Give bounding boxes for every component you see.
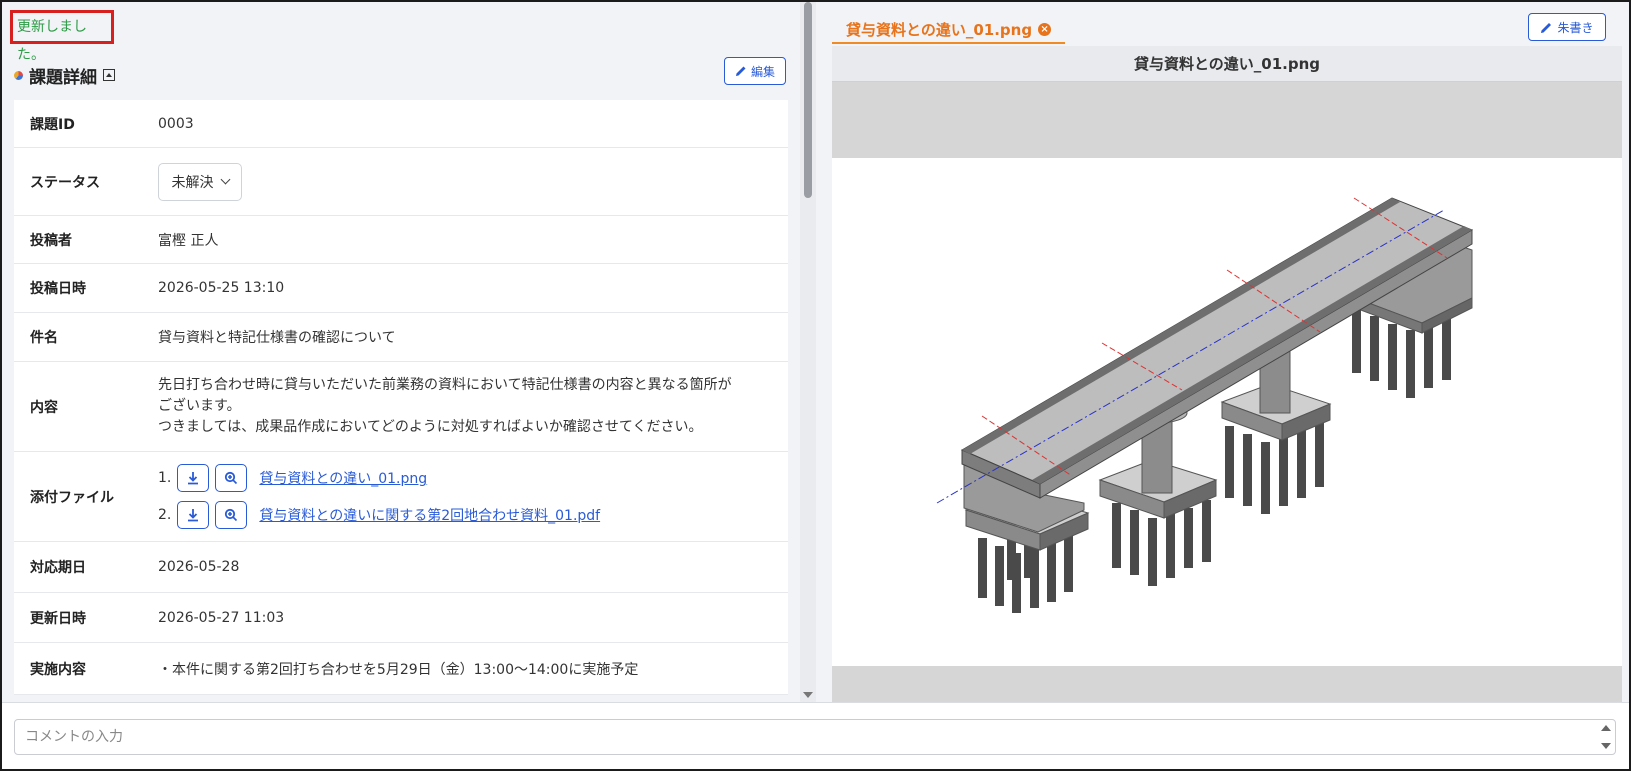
row-action: 実施内容 ・本件に関する第2回打ち合わせを5月29日（金）13:00～14:00… bbox=[14, 643, 788, 695]
spin-up-icon[interactable] bbox=[1601, 725, 1611, 731]
download-icon bbox=[188, 509, 199, 522]
attachment-link[interactable]: 貸与資料との違いに関する第2回地合わせ資料_01.pdf bbox=[259, 505, 600, 525]
close-icon[interactable]: × bbox=[1038, 22, 1052, 36]
row-content: 内容 先日打ち合わせ時に貸与いただいた前業務の資料において特記仕様書の内容と異な… bbox=[14, 362, 788, 452]
row-subject: 件名 貸与資料と特記仕様書の確認について bbox=[14, 313, 788, 362]
preview-button[interactable] bbox=[215, 501, 248, 529]
value-poster: 富樫 正人 bbox=[158, 232, 219, 249]
pencil-icon bbox=[735, 66, 746, 76]
download-button[interactable] bbox=[177, 464, 210, 492]
value-due-date: 2026-05-28 bbox=[158, 559, 240, 575]
collapse-icon[interactable] bbox=[103, 69, 115, 81]
file-viewer-pane: 貸与資料との違い_01.png × 朱書き 貸与資料との違い_01.png bbox=[816, 2, 1629, 702]
section-header: 課題詳細 bbox=[14, 60, 115, 90]
status-select[interactable]: 未解決 bbox=[158, 162, 242, 201]
pane-scrollbar[interactable] bbox=[800, 2, 816, 702]
annotate-button[interactable]: 朱書き bbox=[1528, 13, 1606, 41]
zoom-icon bbox=[225, 471, 238, 485]
pencil-icon bbox=[1541, 22, 1552, 33]
row-posted-at: 投稿日時 2026-05-25 13:10 bbox=[14, 264, 788, 313]
row-poster: 投稿者 富樫 正人 bbox=[14, 216, 788, 264]
label-posted-at: 投稿日時 bbox=[30, 281, 86, 297]
chevron-down-icon bbox=[220, 174, 230, 185]
attachment-list: 1. 貸与資料との違い_01.png 2. 貸与資料との違いに関する第2回地合わ… bbox=[158, 456, 600, 537]
value-posted-at: 2026-05-25 13:10 bbox=[158, 280, 285, 296]
label-issue-id: 課題ID bbox=[30, 116, 75, 133]
list-item: 1. 貸与資料との違い_01.png bbox=[158, 464, 600, 492]
list-item: 2. 貸与資料との違いに関する第2回地合わせ資料_01.pdf bbox=[158, 501, 600, 529]
row-attachments: 添付ファイル 1. 貸与資料との違い_01.png 2. 貸与資料との違いに関す… bbox=[14, 452, 788, 542]
row-due-date: 対応期日 2026-05-28 bbox=[14, 542, 788, 593]
edit-button-label: 編集 bbox=[750, 64, 775, 79]
image-canvas[interactable] bbox=[832, 158, 1622, 666]
issue-detail-pane: 更新しました。 課題詳細 編集 課題ID 0003 ステータス 未解決 投稿者 … bbox=[2, 2, 800, 702]
status-value: 未解決 bbox=[171, 174, 214, 191]
comment-resize-control[interactable] bbox=[1600, 723, 1612, 751]
image-viewer: 貸与資料との違い_01.png bbox=[832, 46, 1622, 702]
scroll-thumb[interactable] bbox=[804, 2, 812, 198]
edit-button[interactable]: 編集 bbox=[724, 57, 786, 85]
label-attachments: 添付ファイル bbox=[30, 489, 114, 506]
tab-label: 貸与資料との違い_01.png bbox=[846, 20, 1033, 39]
label-poster: 投稿者 bbox=[30, 232, 72, 249]
tab-file[interactable]: 貸与資料との違い_01.png × bbox=[832, 16, 1066, 44]
zoom-icon bbox=[225, 508, 238, 522]
download-icon bbox=[188, 472, 199, 485]
row-issue-id: 課題ID 0003 bbox=[14, 100, 788, 148]
section-dot-icon bbox=[14, 70, 23, 80]
comment-input[interactable] bbox=[14, 719, 1616, 755]
scroll-down-icon[interactable] bbox=[803, 692, 813, 698]
section-title: 課題詳細 bbox=[29, 67, 97, 88]
value-issue-id: 0003 bbox=[158, 115, 194, 132]
download-button[interactable] bbox=[177, 501, 210, 529]
spin-down-icon[interactable] bbox=[1601, 743, 1611, 749]
label-status: ステータス bbox=[30, 174, 100, 191]
value-action: ・本件に関する第2回打ち合わせを5月29日（金）13:00～14:00に実施予定 bbox=[158, 661, 639, 678]
label-due-date: 対応期日 bbox=[30, 560, 86, 576]
label-content: 内容 bbox=[30, 399, 58, 416]
comment-bar bbox=[2, 702, 1629, 769]
value-updated-at: 2026-05-27 11:03 bbox=[158, 609, 285, 626]
row-status: ステータス 未解決 bbox=[14, 148, 788, 216]
label-action: 実施内容 bbox=[30, 661, 86, 678]
value-subject: 貸与資料と特記仕様書の確認について bbox=[158, 330, 396, 346]
image-title: 貸与資料との違い_01.png bbox=[832, 46, 1622, 82]
value-content: 先日打ち合わせ時に貸与いただいた前業務の資料において特記仕様書の内容と異なる箇所… bbox=[158, 377, 732, 435]
attachment-link[interactable]: 貸与資料との違い_01.png bbox=[259, 468, 427, 488]
detail-table: 課題ID 0003 ステータス 未解決 投稿者 富樫 正人 投稿日時 2026-… bbox=[14, 100, 788, 695]
annotate-button-label: 朱書き bbox=[1557, 20, 1594, 35]
label-subject: 件名 bbox=[30, 330, 58, 346]
bridge-illustration bbox=[936, 197, 1474, 613]
row-updated-at: 更新日時 2026-05-27 11:03 bbox=[14, 593, 788, 643]
flash-message: 更新しました。 bbox=[10, 10, 114, 63]
preview-button[interactable] bbox=[215, 464, 248, 492]
label-updated-at: 更新日時 bbox=[30, 610, 86, 627]
